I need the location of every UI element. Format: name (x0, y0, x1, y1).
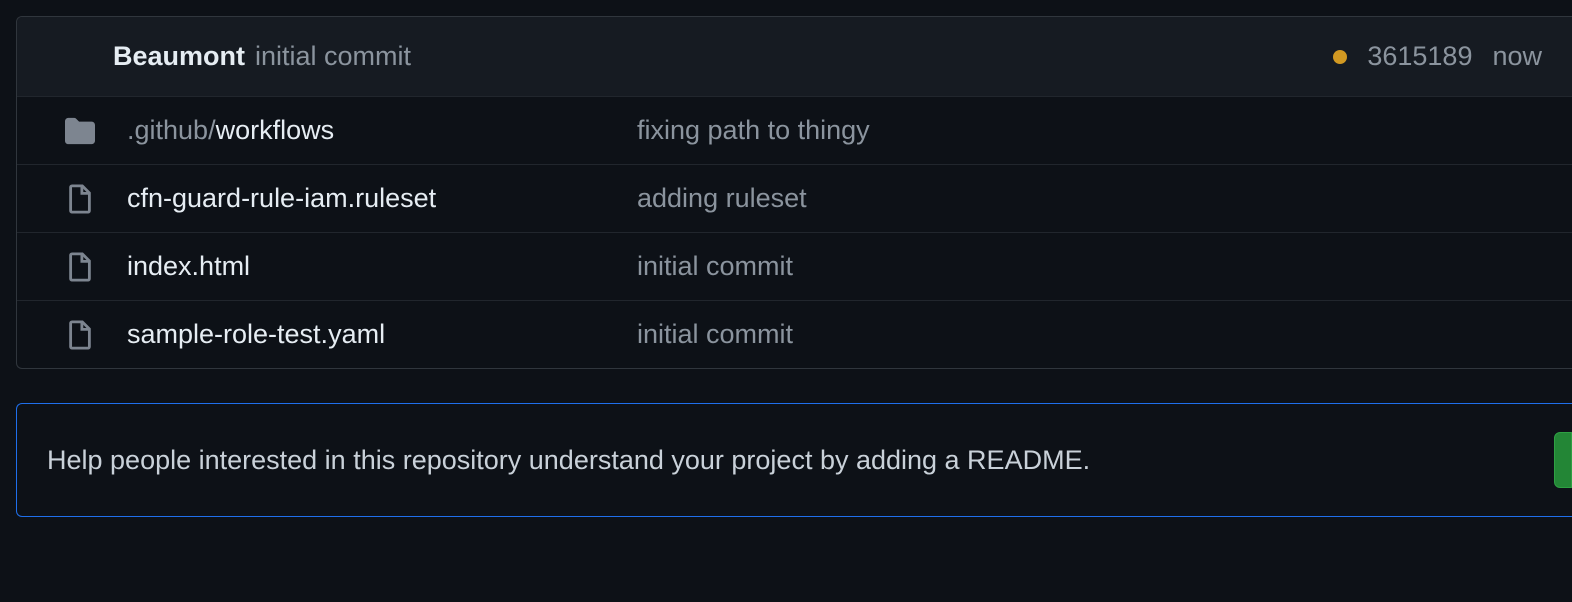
file-name[interactable]: sample-role-test.yaml (127, 319, 607, 350)
file-icon (63, 184, 97, 214)
file-commit-message[interactable]: initial commit (637, 319, 1542, 350)
table-row: sample-role-test.yaml initial commit (17, 301, 1572, 368)
commit-sha[interactable]: 3615189 (1367, 41, 1472, 72)
folder-icon (63, 116, 97, 146)
file-commit-message[interactable]: adding ruleset (637, 183, 1542, 214)
table-row: .github/workflows fixing path to thingy (17, 97, 1572, 165)
readme-prompt-banner: Help people interested in this repositor… (16, 403, 1572, 517)
latest-commit-header: Beaumont initial commit 3615189 now (17, 17, 1572, 97)
file-icon (63, 320, 97, 350)
commit-message[interactable]: initial commit (255, 41, 411, 72)
status-pending-icon[interactable] (1333, 50, 1347, 64)
file-name[interactable]: cfn-guard-rule-iam.ruleset (127, 183, 607, 214)
file-commit-message[interactable]: initial commit (637, 251, 1542, 282)
file-commit-message[interactable]: fixing path to thingy (637, 115, 1542, 146)
file-icon (63, 252, 97, 282)
table-row: index.html initial commit (17, 233, 1572, 301)
add-readme-button[interactable] (1554, 432, 1572, 488)
table-row: cfn-guard-rule-iam.ruleset adding rulese… (17, 165, 1572, 233)
file-listing-box: Beaumont initial commit 3615189 now .git… (16, 16, 1572, 369)
readme-prompt-text: Help people interested in this repositor… (47, 445, 1534, 476)
file-name[interactable]: .github/workflows (127, 115, 607, 146)
commit-author[interactable]: Beaumont (113, 41, 245, 72)
file-name[interactable]: index.html (127, 251, 607, 282)
commit-time: now (1492, 41, 1542, 72)
